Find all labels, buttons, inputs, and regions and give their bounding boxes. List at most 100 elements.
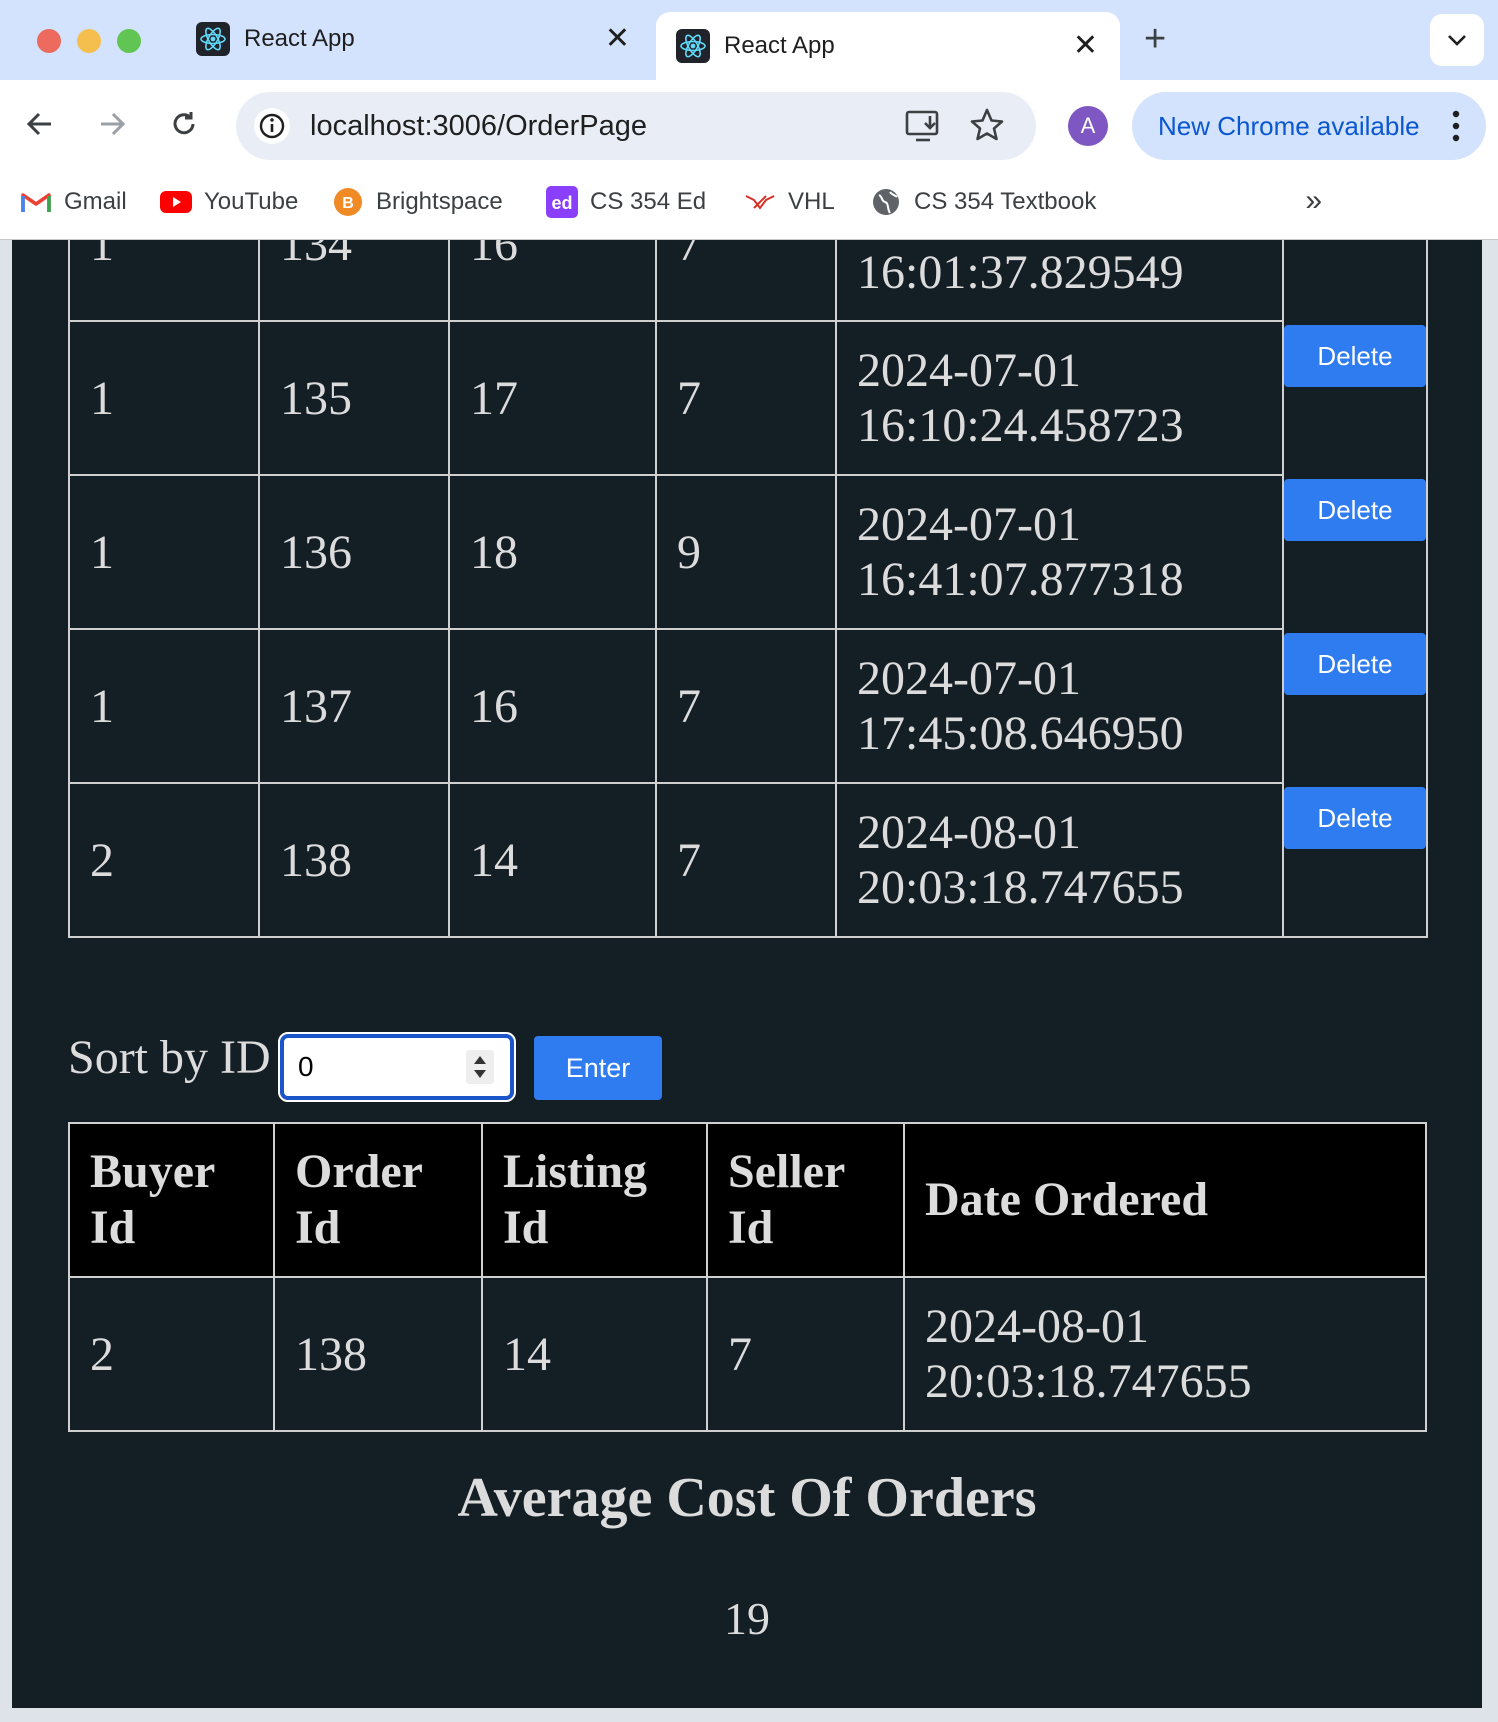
close-window-button[interactable] (37, 29, 61, 53)
buyer-id-cell: 2 (68, 782, 260, 938)
react-icon (676, 29, 710, 63)
bookmark-youtube[interactable]: YouTube (160, 186, 298, 218)
sort-by-id-label: Sort by ID (68, 1031, 271, 1084)
column-header-buyer-id[interactable]: Buyer Id (68, 1122, 275, 1278)
bookmark-gmail[interactable]: Gmail (20, 186, 127, 218)
action-cell: Delete (1282, 321, 1428, 475)
bookmark-star-icon[interactable] (968, 106, 1006, 149)
seller-id-cell: 7 (655, 320, 837, 476)
bookmarks-bar: Gmail YouTube B Brightspace ed CS 354 Ed (0, 170, 1498, 240)
bookmark-label: VHL (788, 188, 835, 215)
bookmark-label: Brightspace (376, 188, 503, 215)
date-time: 16:41:07.877318 (857, 553, 1184, 606)
seller-id-cell: 7 (706, 1276, 905, 1432)
tab-react-app-2[interactable]: React App ✕ (656, 12, 1120, 80)
order-id-cell: 137 (258, 628, 450, 784)
delete-button[interactable]: Delete (1284, 325, 1426, 387)
table-header-row: Buyer Id Order Id Listing Id Seller Id Date … (68, 1122, 1427, 1278)
date-ordered-cell: 2024-07-01 16:41:07.877318 (835, 474, 1284, 630)
order-id-cell: 138 (273, 1276, 483, 1432)
number-spinner[interactable] (466, 1050, 494, 1084)
table-row: 1 134 16 7 16:01:37.829549 (68, 240, 1428, 322)
buyer-id-cell: 1 (68, 628, 260, 784)
chrome-update-button[interactable]: New Chrome available (1132, 92, 1486, 160)
bookmark-cs354-ed[interactable]: ed CS 354 Ed (546, 186, 706, 218)
buyer-id-cell: 1 (68, 474, 260, 630)
forward-button[interactable] (92, 104, 132, 144)
reload-button[interactable] (164, 104, 204, 144)
bookmark-brightspace[interactable]: B Brightspace (332, 186, 503, 218)
date-day: 2024-08-01 (857, 806, 1081, 859)
seller-id-cell: 7 (655, 240, 837, 322)
date-ordered-cell: 16:01:37.829549 (835, 240, 1284, 322)
sorted-orders-table: Buyer Id Order Id Listing Id Seller Id Date … (68, 1122, 1427, 1432)
date-time: 20:03:18.747655 (857, 861, 1184, 914)
bookmark-cs354-textbook[interactable]: CS 354 Textbook (870, 186, 1096, 218)
chevron-down-icon (1448, 35, 1466, 46)
back-arrow-icon (26, 112, 51, 136)
more-bookmarks-icon[interactable]: » (1305, 184, 1322, 218)
orders-table: 1 134 16 7 16:01:37.829549 1 135 17 7 20… (68, 240, 1428, 938)
install-app-icon[interactable] (904, 108, 942, 149)
date-day: 2024-07-01 (857, 652, 1081, 705)
date-ordered-cell: 2024-08-01 20:03:18.747655 (903, 1276, 1427, 1432)
svg-text:ed: ed (551, 193, 572, 213)
bookmark-vhl[interactable]: VHL (744, 186, 835, 218)
maximize-window-button[interactable] (117, 29, 141, 53)
close-tab-icon[interactable]: ✕ (605, 24, 630, 54)
date-day: 2024-07-01 (857, 498, 1081, 551)
react-icon (196, 22, 230, 56)
more-menu-icon[interactable] (1452, 110, 1460, 142)
minimize-window-button[interactable] (77, 29, 101, 53)
delete-button[interactable]: Delete (1284, 479, 1426, 541)
new-tab-icon[interactable]: + (1144, 18, 1166, 61)
action-cell (1282, 240, 1428, 321)
column-header-order-id[interactable]: Order Id (273, 1122, 483, 1278)
date-time: 20:03:18.747655 (925, 1355, 1252, 1408)
bookmark-label: CS 354 Textbook (914, 188, 1097, 215)
action-cell: Delete (1282, 783, 1428, 938)
site-info-icon[interactable] (254, 108, 290, 144)
date-time: 17:45:08.646950 (857, 707, 1184, 760)
tab-search-button[interactable] (1430, 14, 1484, 66)
listing-id-cell: 18 (448, 474, 657, 630)
back-button[interactable] (20, 104, 60, 144)
column-header-date-ordered[interactable]: Date Ordered (903, 1122, 1427, 1278)
tab-react-app-1[interactable]: React App ✕ (176, 10, 652, 68)
order-id-cell: 134 (258, 240, 450, 322)
gmail-icon (20, 186, 52, 218)
column-header-seller-id[interactable]: Seller Id (706, 1122, 905, 1278)
date-time: 16:01:37.829549 (857, 246, 1184, 299)
youtube-icon (160, 186, 192, 218)
enter-button[interactable]: Enter (534, 1036, 662, 1100)
update-label: New Chrome available (1158, 110, 1420, 141)
table-row: 1 135 17 7 2024-07-01 16:10:24.458723 De… (68, 320, 1428, 476)
delete-button[interactable]: Delete (1284, 787, 1426, 849)
column-header-listing-id[interactable]: Listing Id (481, 1122, 708, 1278)
date-ordered-cell: 2024-08-01 20:03:18.747655 (835, 782, 1284, 938)
order-id-cell: 135 (258, 320, 450, 476)
average-cost-value: 19 (724, 1593, 770, 1644)
profile-avatar[interactable]: A (1068, 106, 1108, 146)
order-id-cell: 138 (258, 782, 450, 938)
reload-icon (173, 112, 195, 135)
listing-id-cell: 14 (448, 782, 657, 938)
delete-button[interactable]: Delete (1284, 633, 1426, 695)
tab-title: React App (244, 25, 355, 52)
bookmark-label: CS 354 Ed (590, 188, 707, 215)
tab-strip: React App ✕ React App ✕ + (0, 0, 1498, 80)
date-day: 2024-08-01 (925, 1300, 1149, 1353)
action-cell: Delete (1282, 475, 1428, 629)
seller-id-cell: 7 (655, 628, 837, 784)
order-page: 1 134 16 7 16:01:37.829549 1 135 17 7 20… (12, 240, 1482, 1708)
listing-id-cell: 16 (448, 240, 657, 322)
table-row: 1 137 16 7 2024-07-01 17:45:08.646950 De… (68, 628, 1428, 784)
date-day: 2024-07-01 (857, 344, 1081, 397)
order-id-cell: 136 (258, 474, 450, 630)
bookmark-label: YouTube (204, 188, 299, 215)
address-bar[interactable]: localhost:3006/OrderPage (236, 92, 1036, 160)
vhl-icon (744, 186, 776, 218)
seller-id-cell: 9 (655, 474, 837, 630)
close-tab-icon[interactable]: ✕ (1073, 31, 1098, 61)
table-row: 2 138 14 7 2024-08-01 20:03:18.747655 De… (68, 782, 1428, 938)
